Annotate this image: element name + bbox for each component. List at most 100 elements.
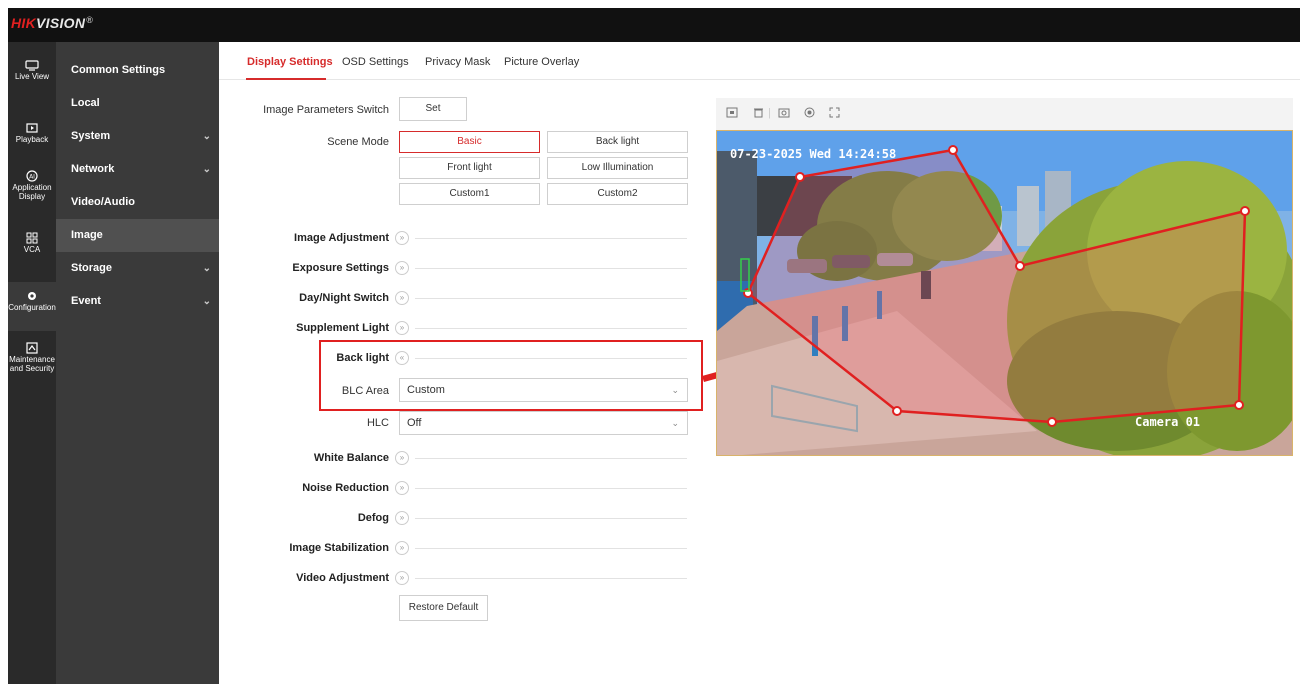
logo-registered: ® [86, 15, 94, 25]
expand-icon[interactable]: » [395, 261, 409, 275]
menu-network-label: Network [71, 163, 115, 175]
menu-system[interactable]: System ⌄ [56, 120, 219, 153]
logo-part-white: VISION [36, 15, 86, 31]
expand-icon[interactable]: » [395, 511, 409, 525]
display-settings-form: Image Parameters Switch Set Scene Mode B… [219, 80, 719, 680]
scene-front-light-button[interactable]: Front light [399, 157, 540, 179]
expand-icon[interactable]: » [395, 291, 409, 305]
menu-local[interactable]: Local [56, 87, 219, 120]
menu-event[interactable]: Event ⌄ [56, 285, 219, 318]
capture-icon[interactable] [778, 107, 790, 118]
section-image-stabilization[interactable]: Image Stabilization [219, 542, 389, 554]
preview-toolbar: | [716, 98, 1293, 130]
menu-storage[interactable]: Storage ⌄ [56, 252, 219, 285]
expand-icon[interactable]: » [395, 481, 409, 495]
nav-app-display-label-2: Display [18, 192, 46, 201]
nav-playback[interactable]: Playback [8, 123, 56, 144]
playback-icon [26, 123, 38, 133]
record-icon[interactable] [804, 107, 815, 118]
menu-image[interactable]: Image [56, 219, 219, 252]
nav-vca-label: VCA [23, 245, 41, 254]
tab-privacy-mask[interactable]: Privacy Mask [425, 56, 490, 68]
section-divider [415, 298, 687, 299]
nav-maintenance[interactable]: Maintenance and Security [8, 342, 56, 373]
section-noise-reduction[interactable]: Noise Reduction [219, 482, 389, 494]
hlc-label: HLC [366, 417, 389, 429]
tab-display-settings[interactable]: Display Settings [247, 56, 333, 68]
chevron-down-icon: ⌄ [202, 263, 211, 274]
scene-custom2-button[interactable]: Custom2 [547, 183, 688, 205]
section-video-adjustment[interactable]: Video Adjustment [219, 572, 389, 584]
expand-icon[interactable]: » [395, 571, 409, 585]
menu-system-label: System [71, 130, 111, 142]
hlc-value: Off [407, 417, 422, 429]
ai-icon: AI [26, 170, 38, 182]
chevron-down-icon: ⌄ [202, 296, 211, 307]
menu-event-label: Event [71, 295, 101, 307]
section-divider [415, 328, 687, 329]
brand-logo: HIKVISION® [11, 15, 93, 31]
menu-video-audio[interactable]: Video/Audio [56, 186, 219, 219]
chevron-down-icon: ⌄ [202, 131, 211, 142]
section-divider [415, 238, 687, 239]
section-divider [415, 578, 687, 579]
nav-maintenance-label-1: Maintenance [9, 355, 55, 364]
maintenance-icon [26, 342, 38, 354]
delete-icon[interactable] [753, 107, 764, 118]
scene-low-illumination-button[interactable]: Low Illumination [547, 157, 688, 179]
menu-common-settings-label: Common Settings [71, 64, 166, 76]
tab-osd-settings[interactable]: OSD Settings [342, 56, 409, 68]
image-params-switch-label: Image Parameters Switch [263, 104, 389, 116]
video-feed[interactable]: 07-23-2025 Wed 14:24:58 Camera 01 [716, 130, 1293, 456]
scene-basic-button[interactable]: Basic [399, 131, 540, 153]
section-defog[interactable]: Defog [219, 512, 389, 524]
menu-common-settings[interactable]: Common Settings [56, 54, 219, 87]
menu-video-audio-label: Video/Audio [71, 196, 135, 208]
nav-vca[interactable]: VCA [8, 232, 56, 254]
tab-picture-overlay[interactable]: Picture Overlay [504, 56, 579, 68]
nav-application-display[interactable]: AI Application Display [8, 170, 56, 201]
expand-icon[interactable]: » [395, 451, 409, 465]
nav-playback-label: Playback [15, 135, 49, 144]
section-supplement-light[interactable]: Supplement Light [219, 322, 389, 334]
expand-icon[interactable]: » [395, 321, 409, 335]
primary-nav: Live View Playback AI Application Displa… [8, 42, 56, 684]
monitor-icon [25, 60, 39, 71]
chevron-down-icon: ⌄ [202, 164, 211, 175]
scene-custom1-button[interactable]: Custom1 [399, 183, 540, 205]
annotation-highlight-box [319, 340, 703, 411]
picture-in-picture-icon[interactable] [726, 107, 738, 118]
menu-local-label: Local [71, 97, 100, 109]
section-day-night-switch[interactable]: Day/Night Switch [219, 292, 389, 304]
menu-network[interactable]: Network ⌄ [56, 153, 219, 186]
menu-storage-label: Storage [71, 262, 112, 274]
osd-camera-name: Camera 01 [1135, 415, 1201, 429]
menu-image-label: Image [71, 229, 103, 241]
logo-part-red: HIK [11, 15, 37, 31]
section-divider [415, 518, 687, 519]
gear-icon [28, 292, 36, 300]
hlc-select[interactable]: Off ⌄ [399, 411, 688, 435]
nav-configuration[interactable]: Configuration [8, 282, 56, 331]
set-button[interactable]: Set [399, 97, 467, 121]
section-exposure-settings[interactable]: Exposure Settings [219, 262, 389, 274]
settings-menu: Common Settings Local System ⌄ Network ⌄ V… [56, 42, 219, 684]
section-white-balance[interactable]: White Balance [219, 452, 389, 464]
scene-mode-label: Scene Mode [327, 136, 389, 148]
expand-icon[interactable]: » [395, 541, 409, 555]
fullscreen-icon[interactable] [829, 107, 840, 118]
toolbar-separator: | [768, 107, 771, 119]
tab-bar: Display Settings OSD Settings Privacy Ma… [219, 42, 1300, 80]
section-divider [415, 458, 687, 459]
section-divider [415, 488, 687, 489]
restore-default-button[interactable]: Restore Default [399, 595, 488, 621]
nav-live-view-label: Live View [14, 72, 50, 81]
nav-live-view[interactable]: Live View [8, 60, 56, 81]
top-bar: HIKVISION® [8, 8, 1300, 42]
section-divider [415, 268, 687, 269]
section-image-adjustment[interactable]: Image Adjustment [219, 232, 389, 244]
expand-icon[interactable]: » [395, 231, 409, 245]
scene-back-light-button[interactable]: Back light [547, 131, 688, 153]
app-frame: HIKVISION® Live View Playback AI Applica… [8, 8, 1300, 684]
svg-text:AI: AI [29, 174, 35, 181]
